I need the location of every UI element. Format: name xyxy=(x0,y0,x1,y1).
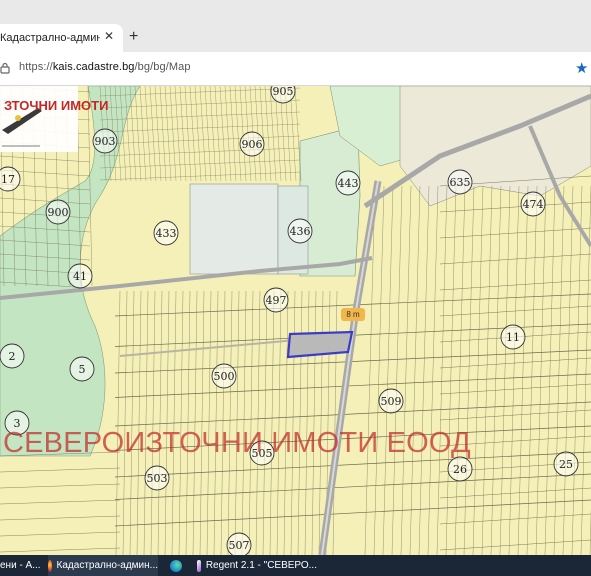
company-watermark: СЕВЕРОИЗТОЧНИ ИМОТИ ЕООД xyxy=(3,427,471,459)
parcel-number-label[interactable]: 497 xyxy=(263,287,289,313)
close-tab-icon[interactable]: ✕ xyxy=(104,29,114,43)
tab-title: Кадастрално-административн... xyxy=(0,32,100,44)
screen: Кадастрално-административн... ✕ + https:… xyxy=(0,0,591,576)
parcel-number-label[interactable]: 906 xyxy=(239,131,265,157)
logo-box xyxy=(0,86,78,152)
parcel-number-text: 900 xyxy=(48,206,69,219)
parcel-number-label[interactable]: 2 xyxy=(0,343,25,369)
parcel-number-text: 509 xyxy=(381,395,402,408)
parcel-number-label[interactable]: 11 xyxy=(500,324,526,350)
firefox-icon xyxy=(48,559,52,572)
map-canvas[interactable]: 905 903 906 17 443 635 474 900 433 436 41 497 11 2 500… xyxy=(0,86,591,555)
parcel-number-label[interactable]: 474 xyxy=(520,191,546,217)
parcel-number-label[interactable]: 436 xyxy=(287,218,313,244)
parcel-number-text: 443 xyxy=(338,177,359,190)
parcel-number-label[interactable]: 507 xyxy=(226,532,252,555)
address-bar[interactable]: https://kais.cadastre.bg/bg/bg/Map ★ xyxy=(0,52,591,86)
parcel-number-label[interactable]: 26 xyxy=(447,456,473,482)
taskbar-item-browser[interactable]: ени - А... xyxy=(0,555,41,576)
parcel-number-text: 500 xyxy=(214,370,235,383)
url-path: /bg/bg/Map xyxy=(134,61,191,73)
taskbar-label: ени - А... xyxy=(0,560,41,571)
parcel-number-label[interactable]: 25 xyxy=(553,451,579,477)
parcel-number-label[interactable]: 503 xyxy=(144,465,170,491)
regent-app-icon xyxy=(197,559,201,572)
parcel-number-text: 503 xyxy=(147,472,168,485)
parcel-number-text: 2 xyxy=(9,350,16,363)
parcel-number-text: 436 xyxy=(290,225,311,238)
parcel-number-label[interactable]: 635 xyxy=(447,169,473,195)
parcel-number-label[interactable]: 5 xyxy=(69,356,95,382)
taskbar: ени - А... Кадастрално-админ... Regent 2… xyxy=(0,555,591,576)
parcel-number-text: 474 xyxy=(523,198,544,211)
parcel-number-text: 5 xyxy=(79,363,86,376)
url-host: kais.cadastre.bg xyxy=(52,61,135,73)
parcel-number-label[interactable]: 500 xyxy=(211,363,237,389)
tab-strip: Кадастрално-административн... ✕ + xyxy=(0,0,591,52)
new-tab-button[interactable]: + xyxy=(129,28,138,46)
taskbar-item-firefox[interactable]: Кадастрално-админ... xyxy=(48,555,158,576)
parcel-number-label[interactable]: 509 xyxy=(378,388,404,414)
parcel-number-label[interactable]: 41 xyxy=(67,263,93,289)
parcel-number-label[interactable]: 443 xyxy=(335,170,361,196)
taskbar-label: Кадастрално-админ... xyxy=(56,560,158,571)
cadastral-map[interactable]: 905 903 906 17 443 635 474 900 433 436 41 497 11 2 500… xyxy=(0,86,591,555)
taskbar-label: Regent 2.1 - "СЕВЕРО... xyxy=(205,560,317,571)
star-icon[interactable]: ★ xyxy=(575,59,588,77)
lock-icon xyxy=(0,62,10,74)
parcel-number-label[interactable]: 17 xyxy=(0,166,21,192)
parcel-number-text: 635 xyxy=(450,176,471,189)
green-zone-center xyxy=(299,125,361,277)
parcel-number-text: 903 xyxy=(95,135,116,148)
tab-cadastre[interactable]: Кадастрално-административн... ✕ xyxy=(0,24,123,52)
url-prefix: https:// xyxy=(19,61,53,73)
parcel-number-text: 17 xyxy=(1,173,15,186)
parcel-number-label[interactable]: 900 xyxy=(45,199,71,225)
parcel-number-text: 41 xyxy=(73,270,87,283)
edge-icon xyxy=(170,559,182,572)
parcel-number-label[interactable]: 433 xyxy=(153,220,179,246)
taskbar-item-edge[interactable] xyxy=(170,555,187,576)
parcel-number-text: 507 xyxy=(229,539,250,552)
logo-sun-icon xyxy=(15,115,21,121)
urban-area xyxy=(399,86,591,207)
parcel-number-text: 906 xyxy=(242,138,263,151)
parcel-number-label[interactable]: 903 xyxy=(92,128,118,154)
grey-area xyxy=(189,183,279,275)
parcel-number-text: 433 xyxy=(156,227,177,240)
parcel-number-text: 11 xyxy=(506,331,520,344)
parcel-number-text: 905 xyxy=(273,86,294,98)
company-logo-text: ЗТОЧНИ ИМОТИ xyxy=(4,98,109,113)
parcel-number-text: 26 xyxy=(453,463,467,476)
parcel-number-text: 497 xyxy=(266,294,287,307)
taskbar-item-regent[interactable]: Regent 2.1 - "СЕВЕРО... xyxy=(197,555,317,576)
parcel-number-text: 25 xyxy=(559,458,573,471)
scale-badge: 8 m xyxy=(341,308,365,321)
selected-parcel xyxy=(286,330,354,359)
url-text[interactable]: https://kais.cadastre.bg/bg/bg/Map xyxy=(19,61,191,73)
